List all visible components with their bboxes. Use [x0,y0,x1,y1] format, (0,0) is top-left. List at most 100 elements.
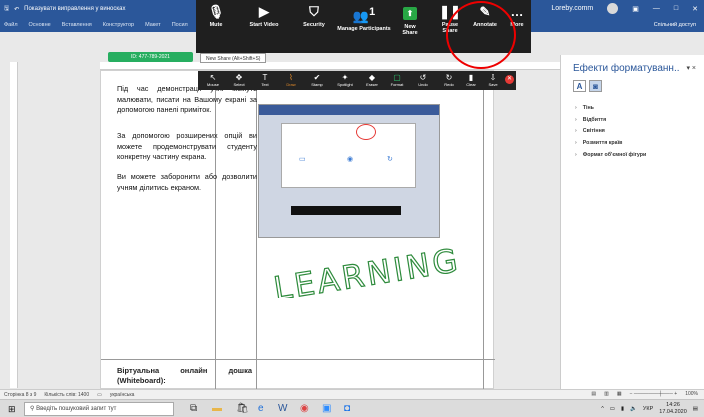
close-annotation-icon[interactable]: ✕ [505,75,514,84]
account-name[interactable]: Loreby.comm [551,5,593,12]
zoom-slider[interactable]: − ───────┼─── + [630,391,678,397]
effect-glow[interactable]: Світіння [575,126,646,138]
effect-3d-format[interactable]: Формат об'ємної фігури [575,150,646,162]
print-layout-icon[interactable]: ▥ [604,391,609,397]
undo-tool[interactable]: ↺ Undo [412,73,434,87]
microphone-icon: 🎙 [207,4,225,19]
redo-tool[interactable]: ↻ Redo [438,73,460,87]
stamp-tool[interactable]: ✔ Stamp [306,73,328,87]
network-icon[interactable]: ▭ [610,406,615,412]
mute-label: Mute [209,22,223,28]
read-mode-icon[interactable]: ▤ [591,391,596,397]
notifications-icon[interactable]: ▤ [693,406,698,412]
format-tool[interactable]: ▢ Format [386,73,408,87]
zoom-level[interactable]: 100% [685,391,698,397]
new-share-button[interactable]: ⬆ New Share [396,4,424,36]
pane-options-icon[interactable]: ▾ [686,65,690,72]
screenshot-monitor-icon: ▭ [299,156,306,163]
stamp-icon: ✔ [313,73,321,82]
manage-participants-button[interactable]: 👥1 Manage Participants [334,4,394,32]
new-share-icon: ⬆ [403,7,417,20]
clear-tool[interactable]: ▮ Clear [460,73,482,87]
undo-icon: ↺ [419,73,427,82]
pane-close-icon[interactable]: × [692,65,696,72]
pane-title: Ефекти форматуванн.. [573,63,680,74]
chrome-icon[interactable]: ◉ [300,402,309,416]
start-video-button[interactable]: ▶ Start Video [248,4,280,28]
windows-start-icon[interactable]: ⊞ [8,404,16,415]
document-title: Показувати виправлення у виносках [24,6,126,12]
tab-design[interactable]: Конструктор [103,22,134,28]
save-icon[interactable]: 🖫 [4,4,9,14]
word-app-icon[interactable]: W [278,402,287,416]
proofing-icon[interactable]: ▭ [97,392,102,398]
effect-shadow[interactable]: Тінь [575,103,646,115]
clear-icon: ▮ [468,73,474,82]
mouse-tool[interactable]: ↖ Mouse [202,73,224,87]
taskbar-search-input[interactable]: ⚲ Введіть пошуковий запит тут [24,402,174,416]
shield-icon: ⛉ [309,4,319,19]
eraser-label: Eraser [366,82,378,87]
screenshot-red-circle [356,124,376,140]
avatar[interactable] [607,3,619,14]
spotlight-icon: ✦ [341,73,349,82]
tab-references[interactable]: Посил [172,22,188,28]
language-status[interactable]: українська [110,392,135,398]
tab-home[interactable]: Основне [29,22,51,28]
effect-reflection[interactable]: Відбиття [575,115,646,127]
text-fill-tab-icon[interactable]: A [573,80,586,92]
vertical-ruler[interactable] [10,62,18,388]
text-tool[interactable]: T Text [254,73,276,87]
battery-icon[interactable]: ▮ [621,406,624,412]
embedded-screenshot[interactable]: ▭ ◉ ↻ [258,104,440,238]
eraser-tool[interactable]: ◆ Eraser [361,73,383,87]
file-explorer-icon[interactable]: ▬ [212,402,222,416]
close-icon[interactable]: ✕ [692,5,698,13]
text-effects-tab-icon[interactable]: ◙ [589,80,602,92]
web-layout-icon[interactable]: ▦ [617,391,622,397]
screenshot-share-icon: ◉ [347,156,354,163]
volume-icon[interactable]: 🔈 [630,406,637,412]
maximize-icon[interactable]: □ [674,5,678,12]
annotation-toolbar: ↖ Mouse ✥ Select T Text ⌇ Draw ✔ Stamp ✦ Spotl… [198,71,516,90]
clear-label: Clear [466,82,476,87]
word-count[interactable]: Кількість слів: 1400 [44,392,89,398]
share-button[interactable]: Спільний доступ [654,22,696,28]
format-label: Format [390,82,404,87]
save-tool[interactable]: ⇩ Save [482,73,504,87]
clock[interactable]: 14:26 17.04.2020 [659,402,687,415]
page-count[interactable]: Сторінка 8 з 9 [4,392,36,398]
security-button[interactable]: ⛉ Security [300,4,328,28]
manage-participants-label: Manage Participants [337,26,391,33]
paragraph[interactable]: За допомогою розширених опцій ви можете … [117,131,257,163]
pane-controls: ▾ × [686,64,696,72]
tab-insert[interactable]: Вставлення [62,22,92,28]
input-language[interactable]: УКР [643,406,653,412]
edge-icon[interactable]: e [258,402,264,416]
select-tool[interactable]: ✥ Select [228,73,250,87]
task-view-icon[interactable]: ⧉ [190,402,197,416]
store-icon[interactable]: 🛍 [236,402,249,416]
pane-effects-list: Тінь Відбиття Світіння Розмиття країв Фо… [575,103,646,162]
undo-icon[interactable]: ↶ [14,6,19,13]
security-label: Security [303,22,325,28]
mute-button[interactable]: 🎙 Mute [204,4,228,28]
whiteboard-heading-2[interactable]: (Whiteboard): [117,376,166,385]
draw-label: Draw [286,82,296,87]
spotlight-tool[interactable]: ✦ Spotlight [332,73,358,87]
effect-soft-edges[interactable]: Розмиття країв [575,138,646,150]
zoom-app-icon[interactable]: ▣ [322,402,331,416]
system-tray: ^ ▭ ▮ 🔈 УКР 14:26 17.04.2020 ▤ [601,402,698,415]
paragraph[interactable]: Ви можете заборонити або дозволити учням… [117,172,257,193]
new-share-label: New Share [402,24,418,36]
tab-layout[interactable]: Макет [145,22,161,28]
tab-file[interactable]: Файл [4,22,18,28]
app-icon[interactable]: ◘ [344,402,350,416]
ribbon-display-icon[interactable]: ▣ [632,5,639,13]
show-hidden-icons-icon[interactable]: ^ [601,406,604,412]
minimize-icon[interactable]: — [653,5,660,12]
whiteboard-heading[interactable]: Віртуальна онлайн дошка [117,366,252,376]
draw-tool[interactable]: ⌇ Draw [280,73,302,87]
meeting-id[interactable]: ID: 477-789-2021 [108,52,193,62]
save-label: Save [488,82,498,87]
